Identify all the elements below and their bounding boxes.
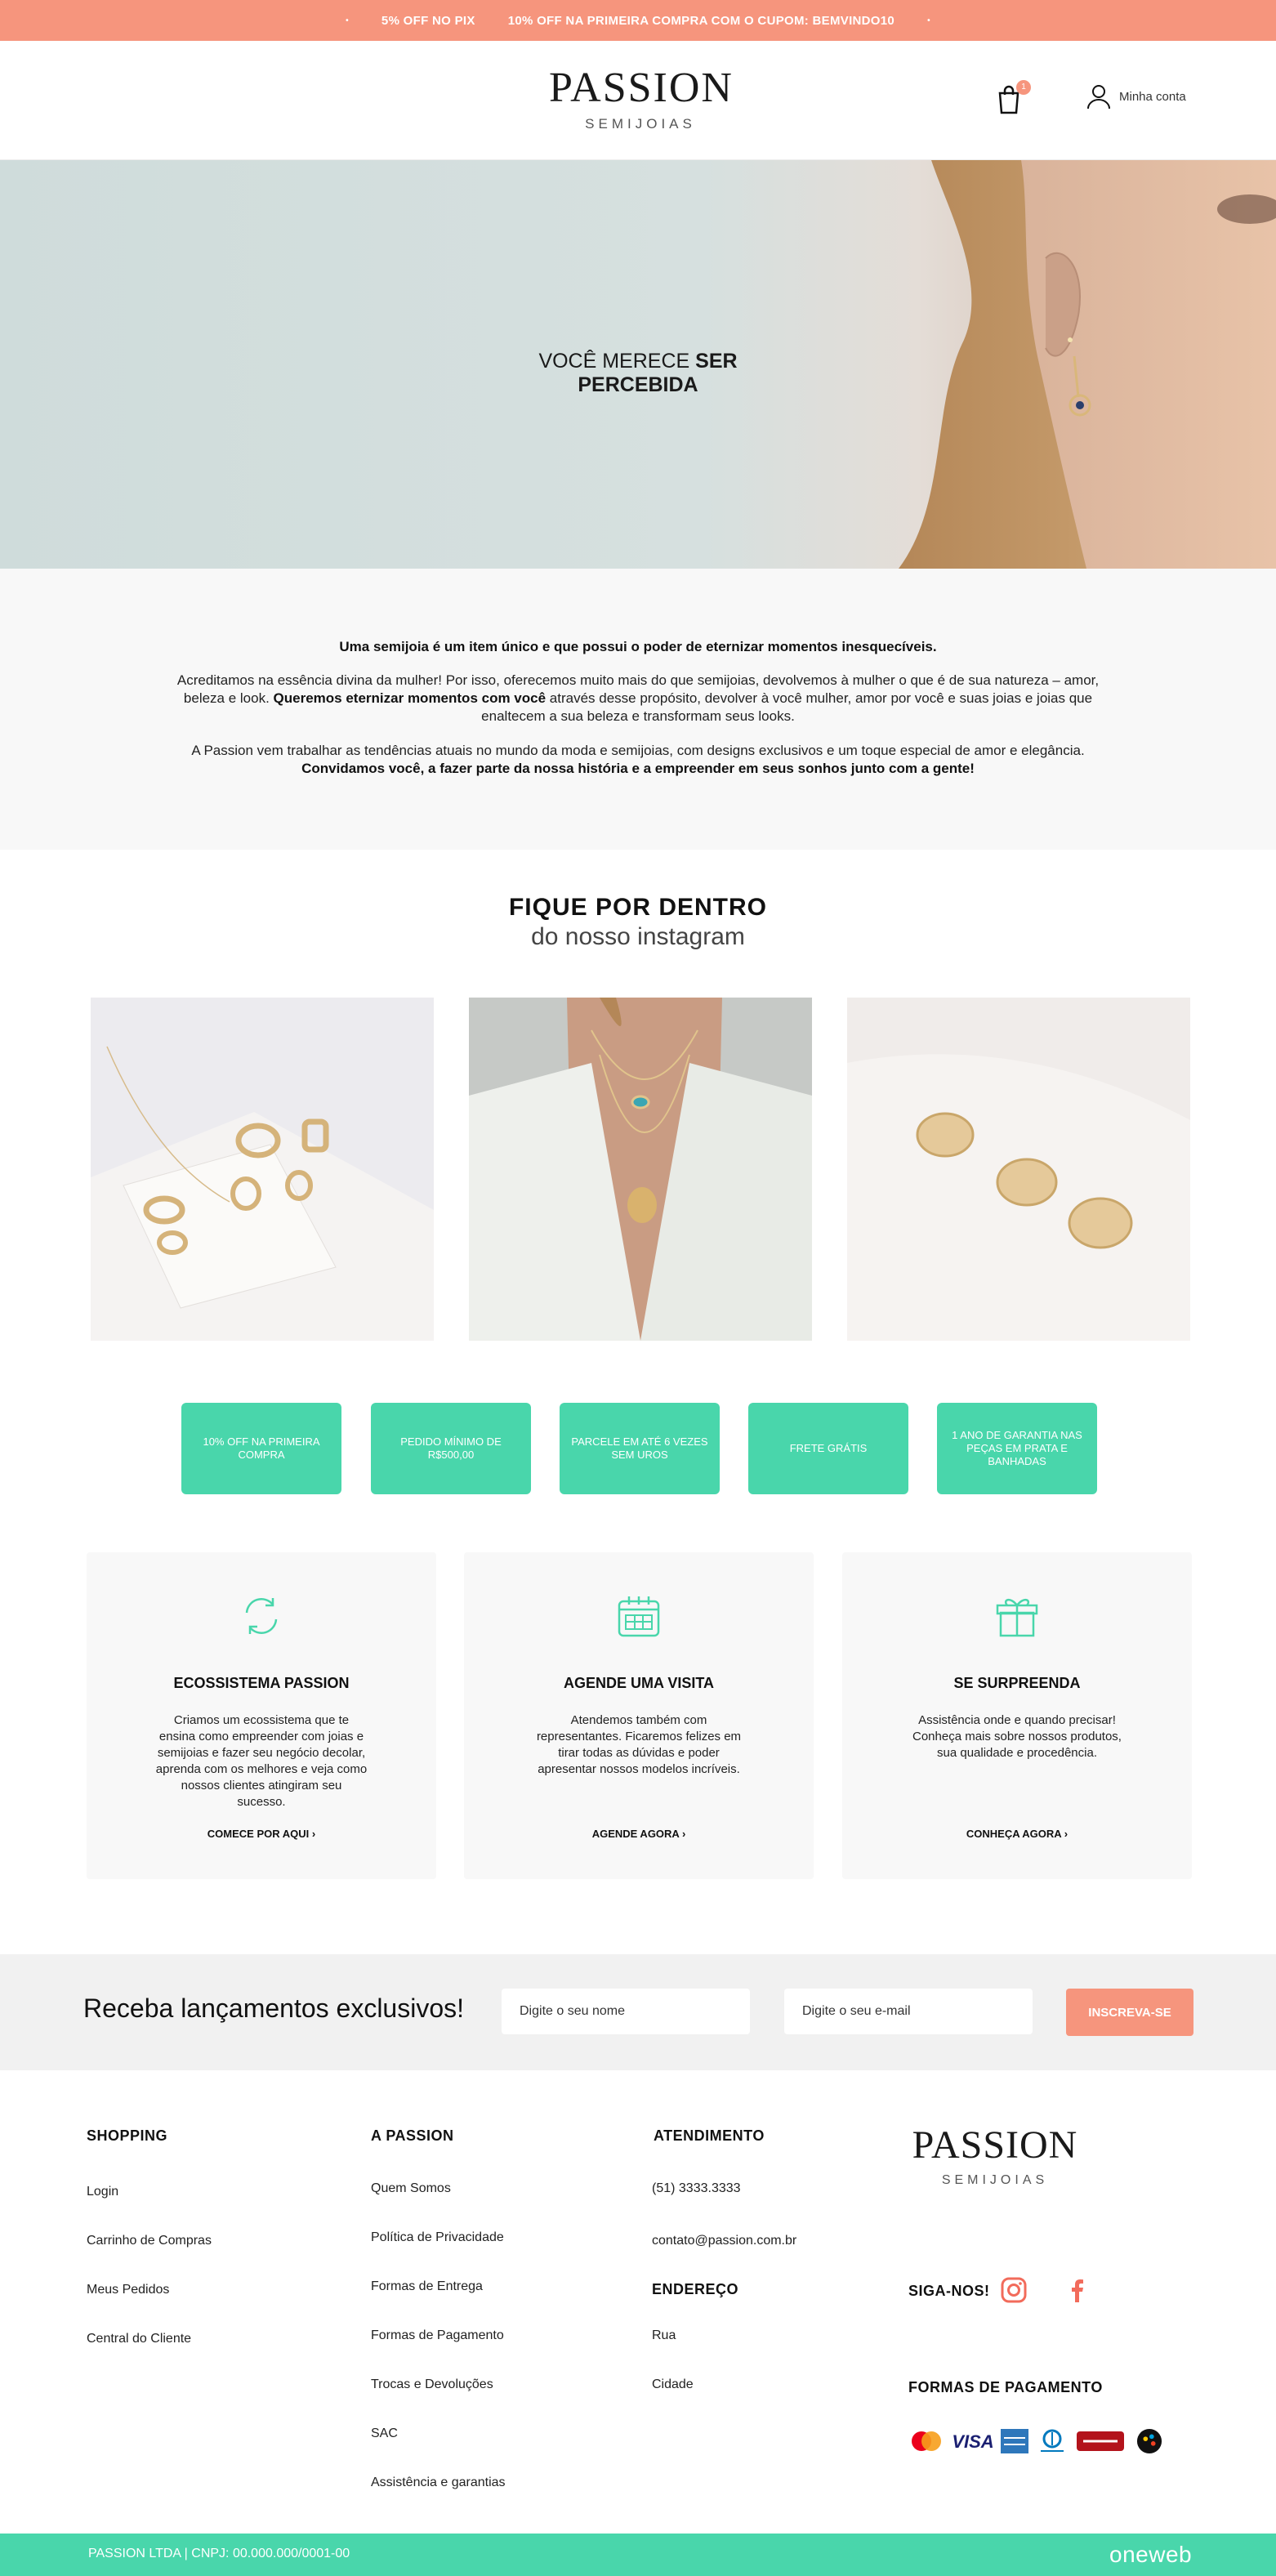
footer-endereco-title: ENDEREÇO (652, 2281, 739, 2297)
promo-coupon: 10% OFF NA PRIMEIRA COMPRA COM O CUPOM: … (507, 13, 895, 28)
card-text: Assistência onde e quando precisar! Conh… (912, 1713, 1122, 1760)
account-label: Minha conta (1119, 89, 1186, 104)
perk-badge: 1 ANO DE GARANTIA NAS PEÇAS EM PRATA E B… (937, 1403, 1097, 1494)
footer-link-returns[interactable]: Trocas e Devoluções (371, 2377, 493, 2392)
refresh-icon (245, 1598, 278, 1634)
card-link[interactable]: COMECE POR AQUI › (103, 1828, 420, 1840)
card-text: Atendemos também com representantes. Fic… (536, 1713, 742, 1776)
info-card: SE SURPREENDA Assistência onde e quando … (842, 1552, 1192, 1879)
hipercard-icon (1077, 2431, 1124, 2451)
svg-text:VISA: VISA (952, 2431, 993, 2452)
footer-city: Cidade (652, 2377, 694, 2391)
account-link[interactable]: Minha conta (1086, 80, 1186, 113)
about-p1-c: através desse propósito, devolver à você… (481, 690, 1093, 724)
logo[interactable]: PASSION SEMIJOIAS (549, 64, 732, 132)
footer-follow-title: SIGA-NOS! (908, 2283, 990, 2299)
promo-pix: 5% OFF NO PIX (381, 13, 475, 28)
facebook-icon[interactable] (1064, 2276, 1091, 2304)
perk-badge: PARCELE EM ATÉ 6 VEZES SEM UROS (560, 1403, 720, 1494)
footer-email[interactable]: contato@passion.com.br (652, 2234, 796, 2248)
newsletter-heading: Receba lançamentos exclusivos! (83, 1993, 465, 2023)
footer-link-privacy[interactable]: Política de Privacidade (371, 2230, 504, 2245)
info-card: AGENDE UMA VISITA Atendemos também com r… (464, 1552, 814, 1879)
card-link[interactable]: AGENDE AGORA › (480, 1828, 797, 1840)
cart-count-badge: 1 (1016, 80, 1031, 95)
gift-icon (996, 1599, 1038, 1637)
amex-icon (1001, 2429, 1028, 2453)
visa-icon: VISA (952, 2431, 993, 2452)
footer-link-delivery[interactable]: Formas de Entrega (371, 2279, 483, 2294)
instagram-title: FIQUE POR DENTRO (508, 894, 767, 921)
developer-logo[interactable]: oneweb (1109, 2542, 1192, 2568)
bullet-icon: • (346, 16, 349, 25)
instagram-post[interactable] (847, 998, 1190, 1341)
promo-bar: • 5% OFF NO PIX 10% OFF NA PRIMEIRA COMP… (0, 0, 1276, 41)
logo-main: PASSION (549, 65, 734, 111)
perk-badge: FRETE GRÁTIS (748, 1403, 908, 1494)
hero-model-image (899, 160, 1276, 569)
card-text: Criamos um ecossistema que te ensina com… (155, 1713, 368, 1809)
newsletter-email-input[interactable] (784, 1989, 1033, 2034)
instagram-post[interactable] (91, 998, 434, 1341)
rings-photo (847, 998, 1190, 1341)
footer-link-customer-center[interactable]: Central do Cliente (87, 2332, 191, 2346)
cart-button[interactable]: 1 (995, 80, 1031, 114)
footer-payment-title: FORMAS DE PAGAMENTO (908, 2379, 1103, 2395)
footer-link-payment[interactable]: Formas de Pagamento (371, 2328, 504, 2343)
footer-link-cart[interactable]: Carrinho de Compras (87, 2234, 212, 2248)
calendar-icon (618, 1596, 660, 1637)
necklace-photo (469, 998, 812, 1341)
footer-link-sac[interactable]: SAC (371, 2426, 398, 2441)
card-link[interactable]: CONHEÇA AGORA › (859, 1828, 1176, 1840)
hero-title: VOCÊ MERECE SER PERCEBIDA (490, 350, 786, 397)
footer-link-warranty[interactable]: Assistência e garantias (371, 2476, 506, 2490)
footer-link-login[interactable]: Login (87, 2185, 118, 2199)
footer-logo-sub: SEMIJOIAS (941, 2173, 1049, 2187)
instagram-subtitle: do nosso instagram (531, 923, 745, 950)
about-p1-b: Queremos eternizar momentos com você (273, 690, 547, 706)
instagram-post[interactable] (469, 998, 812, 1341)
about-paragraph-2: A Passion vem trabalhar as tendências at… (172, 742, 1104, 778)
footer-atendimento-title: ATENDIMENTO (654, 2127, 765, 2144)
footer-logo-main: PASSION (912, 2123, 1078, 2167)
card-title: ECOSSISTEMA PASSION (173, 1675, 350, 1691)
card-title: SE SURPREENDA (953, 1675, 1081, 1691)
footer-passion-title: A PASSION (371, 2127, 454, 2144)
newsletter-section: Receba lançamentos exclusivos! INSCREVA-… (0, 1954, 1276, 2070)
bullet-icon: • (927, 16, 930, 25)
perk-badge: PEDIDO MÍNIMO DE R$500,00 (371, 1403, 531, 1494)
card-title: AGENDE UMA VISITA (563, 1675, 714, 1691)
about-section: Uma semijoia é um item único e que possu… (0, 569, 1276, 850)
about-p2-a: A Passion vem trabalhar as tendências at… (191, 743, 1085, 758)
newsletter-name-input[interactable] (502, 1989, 750, 2034)
about-paragraph-1: Acreditamos na essência divina da mulher… (172, 672, 1104, 725)
footer-link-about[interactable]: Quem Somos (371, 2181, 451, 2196)
footer-bottom-bar: PASSION LTDA | CNPJ: 00.000.000/0001-00 … (0, 2534, 1276, 2576)
user-icon (1087, 85, 1110, 109)
footer-phone[interactable]: (51) 3333.3333 (652, 2181, 741, 2196)
subscribe-button[interactable]: INSCREVA-SE (1066, 1989, 1193, 2036)
legal-text: PASSION LTDA | CNPJ: 00.000.000/0001-00 (88, 2547, 350, 2560)
hero-banner: VOCÊ MERECE SER PERCEBIDA (0, 160, 1276, 569)
mastercard-icon (912, 2431, 941, 2451)
hero-title-regular: VOCÊ MERECE (538, 350, 696, 373)
elo-icon (1136, 2428, 1162, 2454)
about-p2-b: Convidamos você, a fazer parte da nossa … (301, 761, 975, 776)
footer-logo[interactable]: PASSION SEMIJOIAS (905, 2123, 1085, 2188)
footer-street: Rua (652, 2328, 676, 2342)
jewelry-photo (91, 998, 434, 1341)
site-header: PASSION SEMIJOIAS 1 Minha conta (0, 41, 1276, 160)
logo-sub: SEMIJOIAS (585, 116, 696, 132)
footer-shopping-title: SHOPPING (87, 2127, 168, 2144)
instagram-icon[interactable] (1000, 2276, 1028, 2304)
footer-link-orders[interactable]: Meus Pedidos (87, 2283, 169, 2297)
info-card: ECOSSISTEMA PASSION Criamos um ecossiste… (87, 1552, 436, 1879)
diners-club-icon (1041, 2429, 1064, 2452)
about-lead: Uma semijoia é um item único e que possu… (339, 639, 937, 654)
perk-badge: 10% OFF NA PRIMEIRA COMPRA (181, 1403, 341, 1494)
